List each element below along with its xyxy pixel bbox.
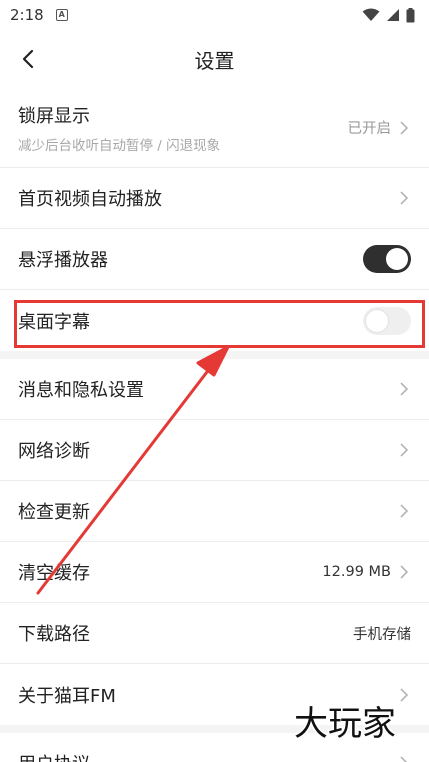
watermark-logo: 大玩家 — [293, 703, 398, 745]
setting-label: 网络诊断 — [18, 441, 90, 462]
setting-value: 手机存储 — [353, 626, 411, 643]
nav-bar: 设置 — [0, 30, 429, 88]
floating-player-toggle[interactable] — [363, 245, 411, 273]
section-divider — [0, 351, 429, 359]
setting-label: 首页视频自动播放 — [18, 189, 162, 210]
setting-floating-player: 悬浮播放器 — [0, 229, 429, 290]
setting-check-update[interactable]: 检查更新 — [0, 481, 429, 542]
setting-label: 桌面字幕 — [18, 311, 90, 333]
toggle-knob — [386, 248, 408, 270]
settings-list: 锁屏显示 减少后台收听自动暂停 / 闪退现象 已开启 首页视频自动播放 悬浮播放… — [0, 88, 429, 762]
status-indicators — [362, 7, 415, 23]
setting-homepage-autoplay[interactable]: 首页视频自动播放 — [0, 168, 429, 229]
desktop-subtitle-toggle[interactable] — [363, 306, 411, 335]
setting-label: 检查更新 — [18, 502, 90, 523]
wifi-icon — [362, 8, 380, 21]
back-button[interactable] — [14, 44, 42, 74]
chevron-right-icon — [397, 502, 411, 520]
setting-label: 下载路径 — [18, 624, 90, 645]
setting-clear-cache[interactable]: 清空缓存 12.99 MB — [0, 542, 429, 603]
chevron-left-icon — [22, 49, 34, 69]
setting-label: 用户协议 — [18, 750, 90, 762]
setting-privacy[interactable]: 消息和隐私设置 — [0, 359, 429, 420]
setting-label: 悬浮播放器 — [18, 250, 108, 271]
chevron-right-icon — [397, 754, 411, 762]
setting-value: 已开启 — [347, 121, 392, 137]
setting-download-path[interactable]: 下载路径 手机存储 — [0, 603, 429, 664]
signal-icon — [387, 9, 399, 21]
battery-icon — [406, 7, 415, 22]
setting-label: 清空缓存 — [18, 563, 90, 584]
status-bar: 2:18 A — [0, 0, 429, 30]
chevron-right-icon — [397, 189, 411, 207]
page-title: 设置 — [194, 48, 235, 73]
setting-description: 减少后台收听自动暂停 / 闪退现象 — [18, 137, 221, 154]
toggle-knob — [366, 309, 388, 332]
chevron-right-icon — [397, 563, 411, 581]
notification-icon: A — [55, 9, 68, 21]
setting-label: 锁屏显示 — [18, 105, 90, 127]
setting-network-diagnosis[interactable]: 网络诊断 — [0, 420, 429, 481]
setting-label: 消息和隐私设置 — [18, 380, 144, 401]
svg-text:大玩家: 大玩家 — [294, 704, 396, 744]
chevron-right-icon — [397, 380, 411, 398]
status-time: 2:18 — [10, 6, 44, 24]
setting-value: 12.99 MB — [322, 564, 391, 580]
setting-desktop-subtitle: 桌面字幕 — [0, 290, 429, 351]
chevron-right-icon — [397, 119, 411, 137]
setting-lock-screen[interactable]: 锁屏显示 减少后台收听自动暂停 / 闪退现象 已开启 — [0, 88, 429, 168]
chevron-right-icon — [397, 441, 411, 459]
setting-label: 关于猫耳FM — [18, 685, 116, 707]
